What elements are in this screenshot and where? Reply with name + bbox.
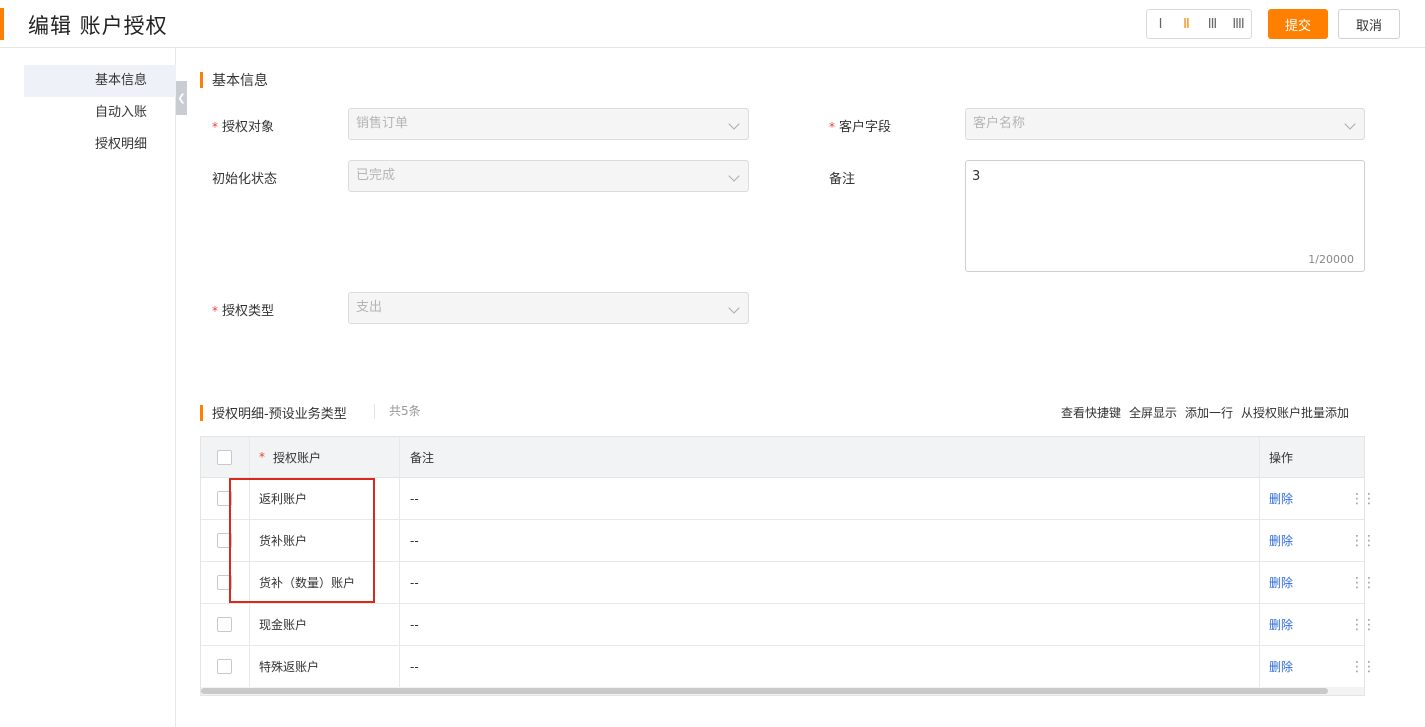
nav-item-auth-detail[interactable]: 授权明细 [24, 129, 176, 161]
column-layout-switch: I II III IIII [1146, 9, 1252, 39]
remark-value: 3 [972, 169, 981, 184]
delete-row-link[interactable]: 删除 [1269, 562, 1293, 603]
cancel-button[interactable]: 取消 [1338, 9, 1400, 39]
delete-row-link[interactable]: 删除 [1269, 646, 1293, 687]
row-checkbox[interactable] [217, 575, 232, 590]
add-row-link[interactable]: 添加一行 [1185, 404, 1233, 421]
basic-info-section-title: 基本信息 [200, 70, 268, 90]
customer-field-value: 客户名称 [973, 116, 1026, 131]
account-cell: 货补（数量）账户 [259, 576, 356, 590]
remark-char-counter: 1/20000 [1308, 253, 1354, 266]
auth-object-label: * 授权对象 [212, 120, 275, 135]
row-checkbox[interactable] [217, 617, 232, 632]
remark-cell: -- [410, 491, 419, 506]
drag-handle-icon[interactable]: ⋮⋮ [1350, 562, 1376, 603]
drag-handle-icon[interactable]: ⋮⋮ [1350, 478, 1376, 519]
customer-field-select[interactable]: 客户名称 [965, 108, 1365, 140]
chevron-down-icon [1344, 118, 1356, 130]
layout-1-column-button[interactable]: I [1147, 10, 1173, 38]
auth-object-value: 销售订单 [356, 116, 409, 131]
submit-button[interactable]: 提交 [1268, 9, 1328, 39]
drag-handle-icon[interactable]: ⋮⋮ [1350, 520, 1376, 561]
account-cell: 货补账户 [259, 534, 308, 548]
title-accent-bar [0, 8, 4, 40]
delete-row-link[interactable]: 删除 [1269, 520, 1293, 561]
nav-item-auto-posting[interactable]: 自动入账 [24, 97, 176, 129]
table-header: * 授权账户 备注 操作 [201, 437, 1364, 478]
header-checkbox-cell [217, 437, 232, 477]
detail-row-count: 共5条 [374, 404, 421, 419]
required-marker: * [212, 120, 218, 134]
nav-item-basic-info[interactable]: 基本信息 [24, 65, 176, 97]
column-header-ops: 操作 [1269, 450, 1294, 465]
auth-object-select[interactable]: 销售订单 [348, 108, 749, 140]
layout-4-column-button[interactable]: IIII [1225, 10, 1251, 38]
column-header-remark: 备注 [410, 450, 435, 465]
auth-type-label: * 授权类型 [212, 304, 275, 319]
drag-handle-icon[interactable]: ⋮⋮ [1350, 646, 1376, 687]
required-marker: * [212, 304, 218, 318]
select-all-checkbox[interactable] [217, 449, 232, 465]
table-row: 货补（数量）账户 -- 删除 ⋮⋮ [201, 562, 1376, 604]
remark-cell: -- [410, 533, 419, 548]
init-status-select[interactable]: 已完成 [348, 160, 749, 192]
remark-cell: -- [410, 575, 419, 590]
remark-cell: -- [410, 617, 419, 632]
auth-type-select[interactable]: 支出 [348, 292, 749, 324]
table-row: 特殊返账户 -- 删除 ⋮⋮ [201, 646, 1376, 688]
layout-2-column-button[interactable]: II [1173, 10, 1199, 38]
account-cell: 特殊返账户 [259, 660, 320, 674]
drag-handle-icon[interactable]: ⋮⋮ [1350, 604, 1376, 645]
table-row: 返利账户 -- 删除 ⋮⋮ [201, 478, 1376, 520]
auth-type-value: 支出 [356, 300, 383, 315]
required-marker: * [829, 120, 835, 134]
account-cell: 返利账户 [259, 492, 308, 506]
detail-table: * 授权账户 备注 操作 返利账户 -- 删除 ⋮⋮ 货补账户 -- 删除 ⋮⋮… [200, 436, 1376, 696]
chevron-down-icon [728, 170, 740, 182]
init-status-value: 已完成 [356, 168, 396, 183]
chevron-down-icon [728, 302, 740, 314]
detail-section-title: 授权明细-预设业务类型 [200, 403, 347, 422]
page-title: 编辑 账户授权 [28, 14, 168, 38]
fullscreen-link[interactable]: 全屏显示 [1129, 404, 1177, 421]
remark-label: 备注 [829, 172, 856, 187]
horizontal-scrollbar[interactable] [201, 687, 1364, 695]
row-checkbox[interactable] [217, 659, 232, 674]
scrollbar-thumb[interactable] [201, 688, 1328, 694]
remark-cell: -- [410, 659, 419, 674]
chevron-left-icon: ❮ [177, 92, 186, 104]
account-cell: 现金账户 [259, 618, 308, 632]
shortcut-keys-link[interactable]: 查看快捷键 [1061, 404, 1121, 421]
table-row: 货补账户 -- 删除 ⋮⋮ [201, 520, 1376, 562]
column-header-account: * 授权账户 [259, 450, 322, 465]
init-status-label: 初始化状态 [212, 172, 278, 187]
collapse-nav-handle[interactable]: ❮ [176, 81, 187, 115]
delete-row-link[interactable]: 删除 [1269, 478, 1293, 519]
row-checkbox[interactable] [217, 533, 232, 548]
table-row: 现金账户 -- 删除 ⋮⋮ [201, 604, 1376, 646]
section-nav: 基本信息 自动入账 授权明细 [0, 48, 176, 727]
layout-3-column-button[interactable]: III [1199, 10, 1225, 38]
customer-field-label: * 客户字段 [829, 120, 892, 135]
remark-textarea[interactable]: 3 1/20000 [965, 160, 1365, 272]
batch-add-link[interactable]: 从授权账户批量添加 [1241, 404, 1349, 421]
delete-row-link[interactable]: 删除 [1269, 604, 1293, 645]
chevron-down-icon [728, 118, 740, 130]
required-marker: * [259, 450, 265, 464]
row-checkbox[interactable] [217, 491, 232, 506]
page-header: 编辑 账户授权 I II III IIII 提交 取消 [0, 0, 1425, 48]
